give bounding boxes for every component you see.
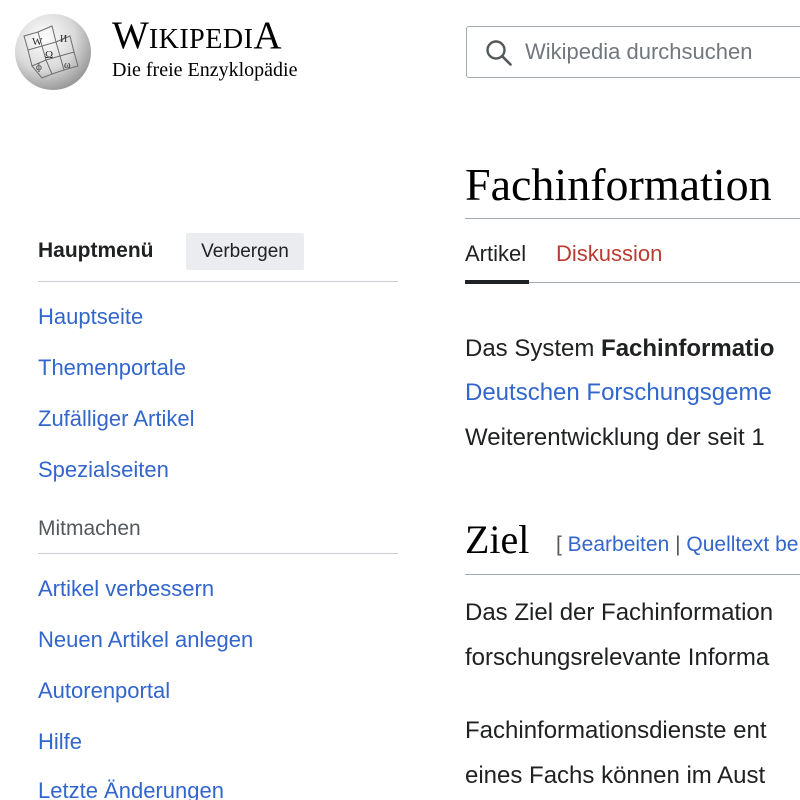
hide-menu-button[interactable]: Verbergen	[186, 233, 304, 270]
sidebar-item-themenportale[interactable]: Themenportale	[38, 353, 186, 383]
svg-text:И: И	[60, 34, 67, 45]
sidebar-item-new-article[interactable]: Neuen Artikel anlegen	[38, 625, 253, 655]
intro-line-1: Das System Fachinformatio	[465, 332, 774, 366]
edit-source-link[interactable]: Quelltext be	[686, 533, 798, 556]
main-menu-heading: Hauptmenü	[38, 239, 154, 262]
menu-divider	[38, 281, 398, 282]
intro-line-3: Weiterentwicklung der seit 1	[465, 424, 765, 451]
intro-text: Das System	[465, 335, 602, 362]
section-heading-divider	[465, 574, 800, 575]
wordmark-first-letter: W	[112, 14, 149, 57]
wordmark-last-letter: A	[253, 14, 282, 57]
svg-text:W: W	[32, 36, 43, 48]
intro-line-2: Deutschen Forschungsgeme	[465, 376, 772, 410]
search-icon[interactable]	[485, 39, 513, 67]
edit-section-link[interactable]: Bearbeiten	[568, 533, 670, 556]
sidebar-item-author-portal[interactable]: Autorenportal	[38, 676, 170, 706]
search-box[interactable]	[466, 26, 800, 78]
tab-discussion[interactable]: Diskussion	[556, 239, 662, 269]
section-heading-ziel: Ziel	[465, 517, 530, 562]
sidebar-item-recent-changes[interactable]: Letzte Änderungen	[38, 776, 224, 800]
svg-text:Ω: Ω	[45, 49, 53, 61]
sidebar-item-random-article[interactable]: Zufälliger Artikel	[38, 404, 195, 434]
edit-separator: |	[669, 533, 687, 556]
site-tagline: Die freie Enzyklopädie	[112, 59, 298, 81]
paragraph-1-line-1: Das Ziel der Fachinformation	[465, 599, 774, 626]
sidebar-section-heading: Mitmachen	[38, 517, 141, 540]
paragraph-1-line-2: forschungsrelevante Informa	[465, 644, 770, 671]
dfg-link[interactable]: Deutschen Forschungsgeme	[465, 379, 772, 406]
section-edit-links: [ Bearbeiten | Quelltext be	[556, 530, 798, 560]
wikipedia-globe-icon: W Ω И ω ф	[15, 14, 91, 90]
search-input[interactable]	[525, 35, 800, 69]
wordmark-middle: IKIPEDI	[148, 24, 254, 55]
title-divider	[465, 218, 800, 219]
page-title: Fachinformation	[465, 159, 772, 210]
sidebar-item-hauptseite[interactable]: Hauptseite	[38, 302, 143, 332]
sidebar-item-special-pages[interactable]: Spezialseiten	[38, 455, 169, 485]
edit-bracket: [	[556, 533, 568, 556]
section-divider	[38, 553, 398, 554]
selected-tab-indicator	[465, 280, 529, 284]
tab-article[interactable]: Artikel	[465, 239, 526, 269]
svg-text:ω: ω	[64, 60, 71, 71]
sidebar-item-help[interactable]: Hilfe	[38, 727, 82, 757]
intro-bold-term: Fachinformatio	[601, 335, 775, 362]
paragraph-2-line-2: eines Fachs können im Aust	[465, 762, 766, 789]
wikipedia-logo[interactable]: W Ω И ω ф	[12, 12, 94, 92]
sidebar-item-improve-articles[interactable]: Artikel verbessern	[38, 574, 214, 604]
wikipedia-wordmark[interactable]: WIKIPEDIA	[112, 16, 282, 60]
svg-text:ф: ф	[36, 62, 42, 72]
paragraph-2-line-1: Fachinformationsdienste ent	[465, 717, 767, 744]
